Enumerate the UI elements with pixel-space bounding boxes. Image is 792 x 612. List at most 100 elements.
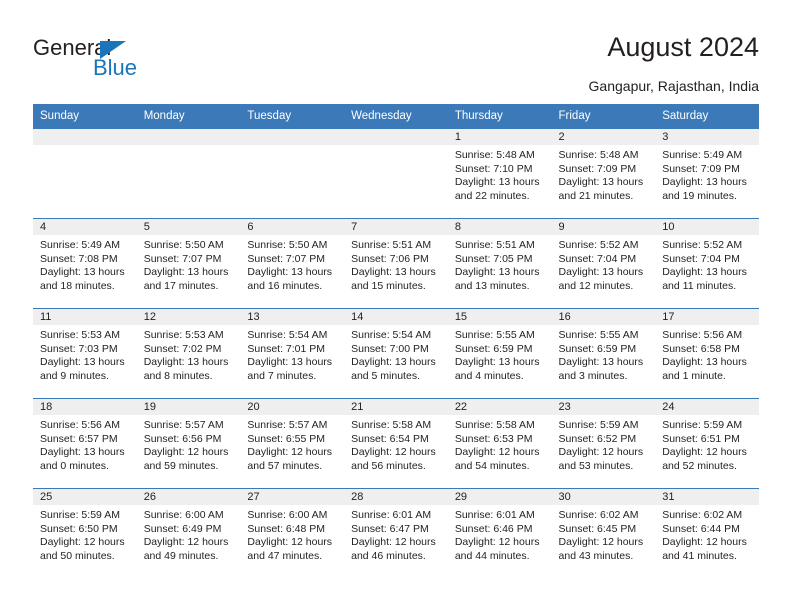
weekday-header-friday: Friday [551,104,656,129]
sunset-text: Sunset: 7:02 PM [143,342,222,355]
sunrise-text: Sunrise: 5:48 AM [558,149,639,161]
calendar-day-details: Sunrise: 5:58 AM Sunset: 6:53 PM Daylight:… [448,415,552,473]
logo-text-blue: Blue [93,55,138,80]
calendar-day-cell[interactable]: 15 Sunrise: 5:55 AM Sunset: 6:59 PM Dayligh… [447,308,552,399]
calendar-day-cell[interactable]: 20 Sunrise: 5:57 AM Sunset: 6:55 PM Dayligh… [240,398,345,489]
calendar-day-cell[interactable]: 25 Sunrise: 5:59 AM Sunset: 6:50 PM Dayligh… [33,488,137,579]
daylight-text: Daylight: 13 hours and 4 minutes. [454,356,540,382]
calendar-day-cell[interactable]: 23 Sunrise: 5:59 AM Sunset: 6:52 PM Dayligh… [551,398,656,489]
sunset-text: Sunset: 6:52 PM [558,432,637,445]
calendar-week-row: 1 Sunrise: 5:48 AM Sunset: 7:10 PM Daylight… [33,128,759,219]
calendar-day-details: Sunrise: 5:54 AM Sunset: 7:01 PM Daylight:… [240,325,344,383]
calendar-day-details: Sunrise: 6:00 AM Sunset: 6:49 PM Daylight:… [137,505,241,563]
daylight-text: Daylight: 12 hours and 47 minutes. [247,536,333,562]
sunset-text: Sunset: 6:58 PM [662,342,740,355]
calendar-day-cell[interactable]: 19 Sunrise: 5:57 AM Sunset: 6:56 PM Dayligh… [136,398,241,489]
calendar-day-details: Sunrise: 5:56 AM Sunset: 6:58 PM Daylight:… [655,325,759,383]
general-blue-logo: General Blue [33,36,213,82]
calendar-day-details: Sunrise: 5:58 AM Sunset: 6:54 PM Daylight:… [344,415,448,473]
sunrise-text: Sunrise: 5:54 AM [351,329,432,341]
calendar-day-cell[interactable]: 12 Sunrise: 5:53 AM Sunset: 7:02 PM Dayligh… [136,308,241,399]
calendar-day-cell[interactable]: 10 Sunrise: 5:52 AM Sunset: 7:04 PM Dayligh… [655,218,759,309]
calendar-day-cell[interactable]: 28 Sunrise: 6:01 AM Sunset: 6:47 PM Dayligh… [344,488,448,579]
calendar-day-number [33,129,137,145]
calendar-day-number: 20 [240,399,345,415]
daylight-text: Daylight: 13 hours and 3 minutes. [558,356,644,382]
sunrise-text: Sunrise: 5:50 AM [143,239,224,251]
calendar-day-cell[interactable]: 13 Sunrise: 5:54 AM Sunset: 7:01 PM Dayligh… [240,308,345,399]
calendar-day-cell[interactable]: 27 Sunrise: 6:00 AM Sunset: 6:48 PM Dayligh… [240,488,345,579]
sunrise-text: Sunrise: 5:58 AM [351,419,432,431]
daylight-text: Daylight: 13 hours and 0 minutes. [40,446,125,472]
daylight-text: Daylight: 13 hours and 17 minutes. [143,266,229,292]
calendar-day-cell[interactable]: 5 Sunrise: 5:50 AM Sunset: 7:07 PM Daylight… [136,218,241,309]
calendar-day-number: 1 [447,129,552,145]
calendar-day-cell[interactable]: 16 Sunrise: 5:55 AM Sunset: 6:59 PM Dayligh… [551,308,656,399]
calendar-day-cell[interactable]: 17 Sunrise: 5:56 AM Sunset: 6:58 PM Dayligh… [655,308,759,399]
calendar-day-details: Sunrise: 6:00 AM Sunset: 6:48 PM Daylight:… [240,505,344,563]
sunset-text: Sunset: 6:57 PM [40,432,118,445]
sunrise-text: Sunrise: 5:48 AM [454,149,535,161]
calendar-day-cell[interactable]: 30 Sunrise: 6:02 AM Sunset: 6:45 PM Dayligh… [551,488,656,579]
daylight-text: Daylight: 12 hours and 59 minutes. [143,446,229,472]
calendar-day-number: 16 [551,309,656,325]
weekday-header-wednesday: Wednesday [344,104,448,129]
sunrise-text: Sunrise: 5:51 AM [454,239,535,251]
daylight-text: Daylight: 12 hours and 50 minutes. [40,536,125,562]
calendar-day-number: 6 [240,219,345,235]
daylight-text: Daylight: 12 hours and 56 minutes. [351,446,436,472]
calendar-day-cell[interactable]: 11 Sunrise: 5:53 AM Sunset: 7:03 PM Dayligh… [33,308,137,399]
month-calendar-grid: Sunday Monday Tuesday Wednesday Thursday… [33,104,759,579]
sunrise-text: Sunrise: 6:00 AM [143,509,224,521]
calendar-day-cell[interactable]: 2 Sunrise: 5:48 AM Sunset: 7:09 PM Daylight… [551,128,656,219]
sunrise-text: Sunrise: 5:58 AM [454,419,535,431]
calendar-day-cell[interactable]: 26 Sunrise: 6:00 AM Sunset: 6:49 PM Dayligh… [136,488,241,579]
calendar-day-cell[interactable]: 8 Sunrise: 5:51 AM Sunset: 7:05 PM Daylight… [447,218,552,309]
calendar-day-cell[interactable]: 7 Sunrise: 5:51 AM Sunset: 7:06 PM Daylight… [344,218,448,309]
sunrise-text: Sunrise: 5:49 AM [662,149,743,161]
calendar-day-cell[interactable]: 1 Sunrise: 5:48 AM Sunset: 7:10 PM Daylight… [447,128,552,219]
calendar-day-cell[interactable]: 9 Sunrise: 5:52 AM Sunset: 7:04 PM Daylight… [551,218,656,309]
calendar-day-number: 22 [447,399,552,415]
calendar-day-number: 4 [33,219,137,235]
calendar-body: 1 Sunrise: 5:48 AM Sunset: 7:10 PM Daylight… [33,128,759,579]
calendar-week-row: 4 Sunrise: 5:49 AM Sunset: 7:08 PM Daylight… [33,218,759,309]
daylight-text: Daylight: 13 hours and 16 minutes. [247,266,333,292]
daylight-text: Daylight: 13 hours and 11 minutes. [662,266,747,292]
calendar-day-number: 26 [136,489,241,505]
daylight-text: Daylight: 12 hours and 44 minutes. [454,536,540,562]
sunset-text: Sunset: 6:55 PM [247,432,326,445]
calendar-day-number: 28 [344,489,448,505]
calendar-day-number: 19 [136,399,241,415]
calendar-day-details: Sunrise: 6:02 AM Sunset: 6:45 PM Daylight:… [552,505,656,563]
calendar-day-details: Sunrise: 5:53 AM Sunset: 7:03 PM Daylight:… [33,325,137,383]
weekday-header-saturday: Saturday [655,104,759,129]
sunrise-text: Sunrise: 6:01 AM [454,509,535,521]
sunset-text: Sunset: 6:50 PM [40,522,118,535]
calendar-day-cell[interactable]: 31 Sunrise: 6:02 AM Sunset: 6:44 PM Dayligh… [655,488,759,579]
calendar-day-cell[interactable]: 22 Sunrise: 5:58 AM Sunset: 6:53 PM Dayligh… [447,398,552,489]
calendar-day-cell[interactable]: 4 Sunrise: 5:49 AM Sunset: 7:08 PM Daylight… [33,218,137,309]
daylight-text: Daylight: 13 hours and 19 minutes. [662,176,747,202]
sunrise-text: Sunrise: 6:00 AM [247,509,328,521]
sunset-text: Sunset: 7:06 PM [351,252,429,265]
sunset-text: Sunset: 6:51 PM [662,432,740,445]
calendar-week-row: 25 Sunrise: 5:59 AM Sunset: 6:50 PM Dayligh… [33,488,759,579]
sunset-text: Sunset: 6:47 PM [351,522,429,535]
calendar-day-cell[interactable]: 24 Sunrise: 5:59 AM Sunset: 6:51 PM Dayligh… [655,398,759,489]
sunset-text: Sunset: 6:45 PM [558,522,637,535]
calendar-day-details: Sunrise: 5:57 AM Sunset: 6:56 PM Daylight:… [137,415,241,473]
sunset-text: Sunset: 7:00 PM [351,342,429,355]
calendar-day-details: Sunrise: 5:52 AM Sunset: 7:04 PM Daylight:… [552,235,656,293]
calendar-day-cell[interactable]: 21 Sunrise: 5:58 AM Sunset: 6:54 PM Dayligh… [344,398,448,489]
calendar-day-cell[interactable]: 3 Sunrise: 5:49 AM Sunset: 7:09 PM Daylight… [655,128,759,219]
calendar-day-cell[interactable]: 14 Sunrise: 5:54 AM Sunset: 7:00 PM Dayligh… [344,308,448,399]
calendar-day-details: Sunrise: 6:01 AM Sunset: 6:47 PM Daylight:… [344,505,448,563]
sunset-text: Sunset: 7:04 PM [558,252,637,265]
sunrise-text: Sunrise: 6:02 AM [558,509,639,521]
sunrise-text: Sunrise: 5:55 AM [558,329,639,341]
sunset-text: Sunset: 7:03 PM [40,342,118,355]
calendar-day-cell[interactable]: 6 Sunrise: 5:50 AM Sunset: 7:07 PM Daylight… [240,218,345,309]
calendar-day-cell[interactable]: 29 Sunrise: 6:01 AM Sunset: 6:46 PM Dayligh… [447,488,552,579]
calendar-day-cell[interactable]: 18 Sunrise: 5:56 AM Sunset: 6:57 PM Dayligh… [33,398,137,489]
